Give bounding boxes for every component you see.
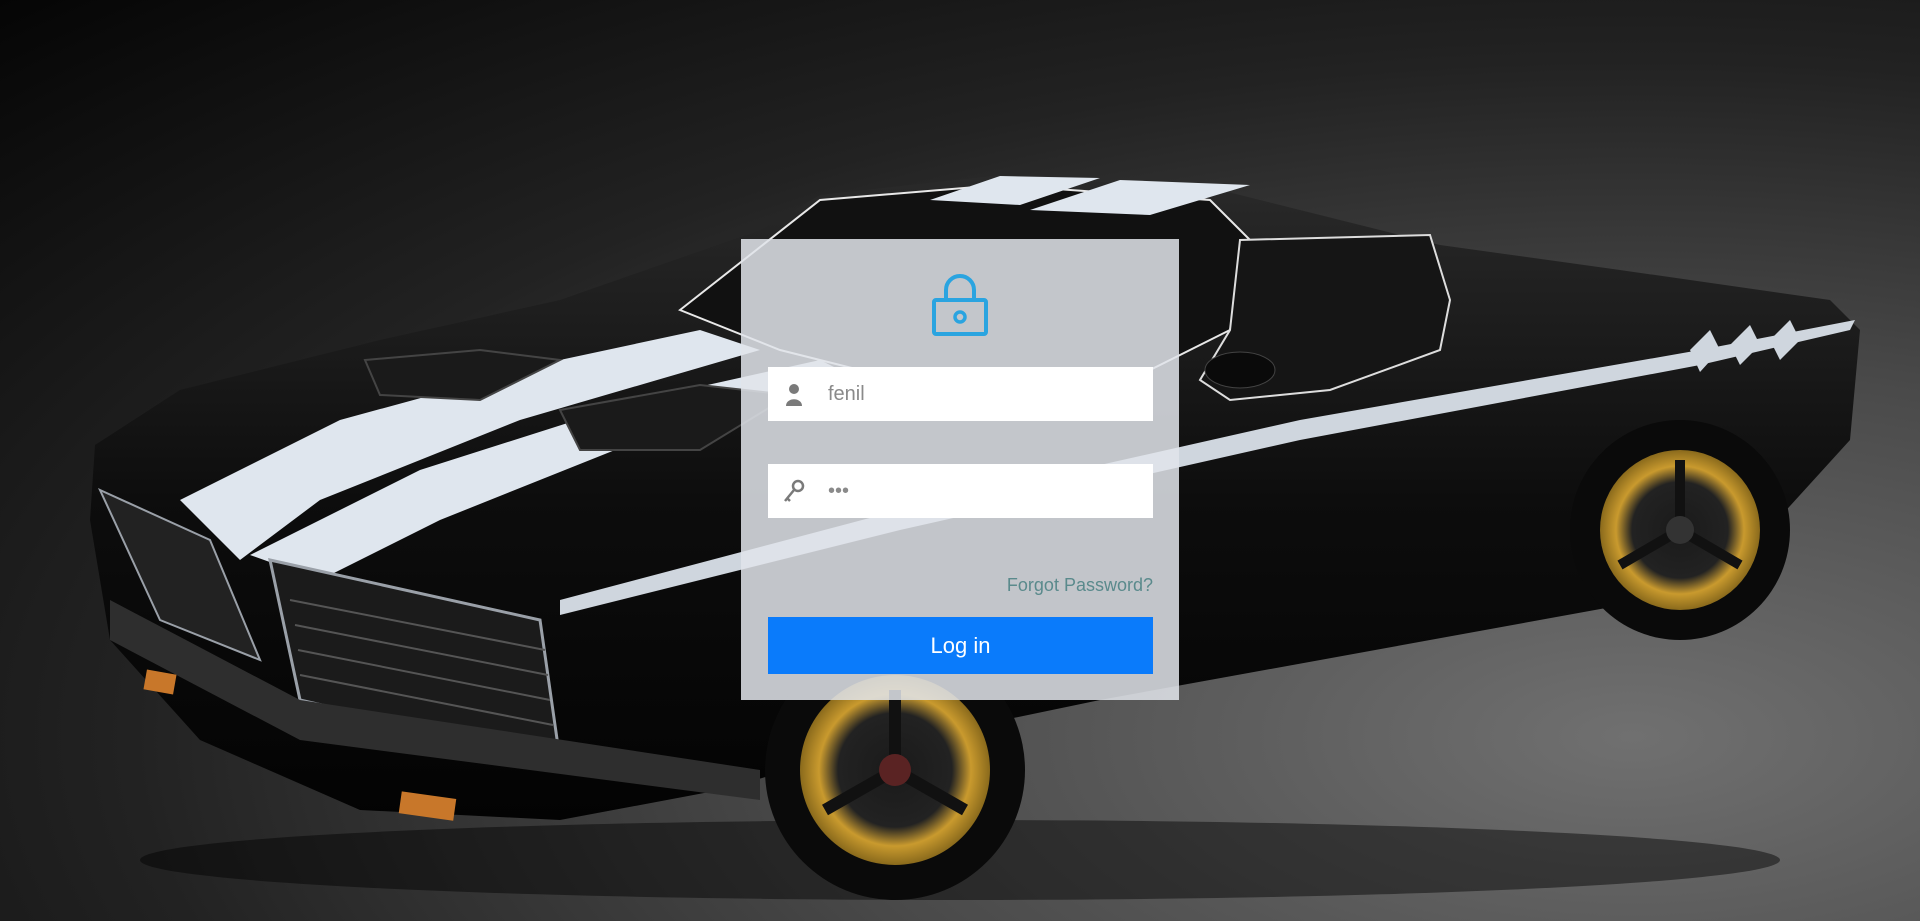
login-button[interactable]: Log in bbox=[768, 617, 1153, 674]
user-icon bbox=[786, 384, 802, 406]
lock-icon bbox=[932, 274, 988, 336]
password-input[interactable] bbox=[828, 464, 1138, 518]
login-card: Forgot Password? Log in bbox=[741, 239, 1179, 700]
username-field[interactable] bbox=[768, 367, 1153, 421]
username-input[interactable] bbox=[828, 367, 1138, 421]
password-field[interactable] bbox=[768, 464, 1153, 518]
key-icon bbox=[784, 479, 805, 502]
forgot-password-link[interactable]: Forgot Password? bbox=[1007, 575, 1153, 596]
